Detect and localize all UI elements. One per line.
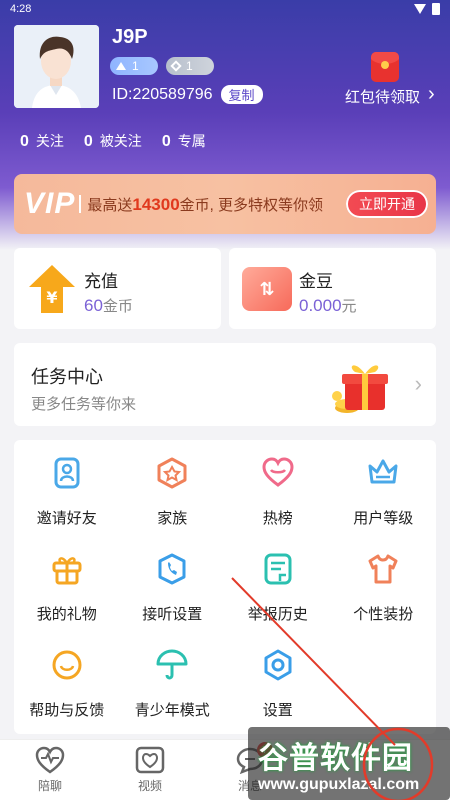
user-id: ID:220589796 [112,85,213,103]
umbrella-icon [156,649,188,680]
wealth-level-value: 1 [132,59,139,73]
watermark-url: www.gupuxlazal.com [258,776,420,793]
beans-title: 金豆 [299,272,333,291]
grid-label-teen-mode: 青少年模式 [134,702,210,719]
vip-banner[interactable]: VIP 最高送14300金币, 更多特权等你领 立即开通 [14,174,436,234]
red-packet-icon[interactable] [371,52,399,82]
grid-item-teen-mode[interactable]: 青少年模式 [120,640,226,736]
wallet-icon: ⇅ [242,267,292,311]
status-bar: 4:28 [0,0,450,18]
level-badges: 1 1 [110,57,214,75]
phone-icon [158,553,186,585]
chevron-right-icon[interactable]: › [428,83,435,106]
charm-level-value: 1 [186,59,193,73]
tab-label-companion-chat: 陪聊 [37,779,62,793]
follow-stats: 0 关注 0 被关注 0 专属 [20,131,206,151]
feature-grid: 邀请好友 家族 热榜 用户等级 我的礼物 接听设置 举报历史 个性装扮 帮助与反… [14,440,436,734]
grid-label-help-feedback: 帮助与反馈 [29,702,105,719]
grid-item-family[interactable]: 家族 [120,448,226,544]
family-icon [157,457,187,489]
followers-stat[interactable]: 0 被关注 [84,131,142,151]
grid-label-personal-dressup: 个性装扮 [353,606,414,623]
report-icon [264,553,292,585]
grid-item-user-level[interactable]: 用户等级 [331,448,437,544]
grid-item-answer-settings[interactable]: 接听设置 [120,544,226,640]
grid-item-hot-list[interactable]: 热榜 [225,448,331,544]
grid-label-invite: 邀请好友 [36,510,97,527]
grid-item-personal-dressup[interactable]: 个性装扮 [331,544,437,640]
battery-icon [432,3,440,15]
tab-video[interactable]: 视频 [100,740,200,800]
feature-grid-card: 邀请好友 家族 热榜 用户等级 我的礼物 接听设置 举报历史 个性装扮 帮助与反… [14,440,436,734]
heart-icon [262,457,294,487]
settings-icon [264,649,292,681]
signal-icon [414,4,426,14]
yuan-arrow-icon: ¥ [29,265,75,313]
status-time: 4:28 [10,3,32,15]
grid-label-hot-list: 热榜 [262,510,293,527]
beans-value: 0.000元 [299,296,357,315]
vip-open-button[interactable]: 立即开通 [346,190,428,218]
gift-icon [52,557,82,585]
recharge-card[interactable]: ¥ 充值 60金币 [14,248,221,329]
chat-heart-icon [35,746,65,774]
recharge-value: 60金币 [84,296,133,315]
copy-id-button[interactable]: 复制 [220,85,263,104]
red-packet-label[interactable]: 红包待领取 [345,86,420,107]
vip-logo: VIP [24,187,76,220]
grid-item-invite[interactable]: 邀请好友 [14,448,120,544]
grid-label-my-gifts: 我的礼物 [36,606,97,623]
watermark-title: 谷普软件园 [258,742,413,775]
grid-label-report-history: 举报历史 [247,606,308,623]
tab-label-video: 视频 [137,779,162,793]
gift-box-icon [332,365,388,413]
task-center-subtitle: 更多任务等你来 [31,396,137,413]
grid-item-my-gifts[interactable]: 我的礼物 [14,544,120,640]
shirt-icon [368,554,398,584]
following-stat[interactable]: 0 关注 [20,131,64,151]
triangle-icon [116,62,126,70]
help-icon [52,650,82,680]
invite-icon [54,457,80,489]
user-id-line: ID:220589796 复制 [112,85,263,104]
wealth-level-badge[interactable]: 1 [110,57,158,75]
task-center-card[interactable]: 任务中心 更多任务等你来 › [14,343,436,426]
task-center-title: 任务中心 [31,367,103,387]
video-heart-icon [135,746,165,774]
grid-item-settings[interactable]: 设置 [225,640,331,736]
crown-icon [368,459,398,484]
grid-label-family: 家族 [157,510,188,527]
diamond-icon [170,60,182,72]
grid-label-answer-settings: 接听设置 [142,606,203,623]
vip-divider [79,195,82,213]
grid-item-help-feedback[interactable]: 帮助与反馈 [14,640,120,736]
grid-label-user-level: 用户等级 [353,510,414,527]
charm-level-badge[interactable]: 1 [166,57,214,75]
chevron-right-icon: › [414,371,422,396]
svg-text:¥: ¥ [46,288,57,307]
exclusive-stat[interactable]: 0 专属 [162,131,206,151]
gold-beans-card[interactable]: ⇅ 金豆 0.000元 [229,248,436,329]
vip-promo-text: 最高送14300金币, 更多特权等你领 [87,194,323,214]
grid-label-settings: 设置 [262,702,293,719]
tab-companion-chat[interactable]: 陪聊 [0,740,100,800]
site-watermark: 谷普软件园 www.gupuxlazal.com [248,727,450,800]
recharge-title: 充值 [84,272,118,291]
grid-item-report-history[interactable]: 举报历史 [225,544,331,640]
avatar[interactable] [14,25,99,108]
username: J9P [112,26,148,48]
